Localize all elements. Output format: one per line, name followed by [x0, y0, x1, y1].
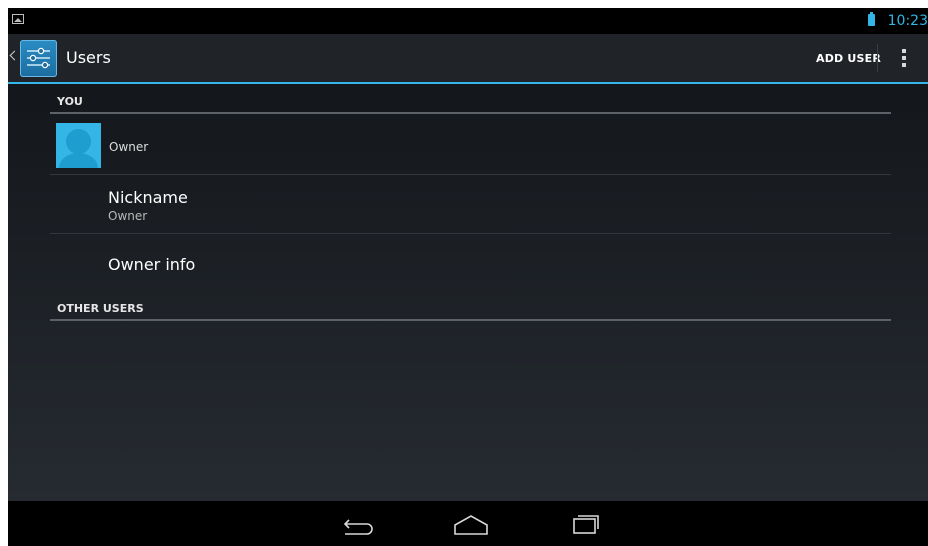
- back-icon[interactable]: [331, 507, 381, 541]
- nickname-summary: Owner: [108, 209, 148, 223]
- section-header-label: YOU: [57, 95, 83, 108]
- section-header-other-users: OTHER USERS: [50, 299, 891, 321]
- overflow-menu-icon[interactable]: [888, 40, 920, 76]
- picture-notification-icon: [12, 14, 24, 24]
- battery-icon: [868, 12, 875, 26]
- status-time: 10:23: [887, 13, 928, 29]
- section-header-label: OTHER USERS: [57, 302, 144, 315]
- navigation-bar: [8, 501, 928, 546]
- device-screen: 10:23 Users ADD USER YOU Owner Nickname …: [8, 8, 928, 546]
- action-bar-divider: [877, 44, 878, 72]
- settings-sliders-icon[interactable]: [20, 40, 57, 77]
- up-caret-icon[interactable]: [9, 50, 20, 61]
- home-icon[interactable]: [446, 507, 496, 541]
- settings-screen: Users ADD USER YOU Owner Nickname Owner …: [8, 34, 928, 501]
- status-bar: 10:23: [8, 8, 928, 34]
- owner-name: Owner: [109, 140, 149, 154]
- list-item-owner[interactable]: [50, 115, 891, 174]
- user-avatar-icon: [56, 123, 101, 168]
- owner-info-title: Owner info: [108, 255, 196, 274]
- action-bar: Users ADD USER: [8, 34, 928, 84]
- nickname-title: Nickname: [108, 188, 188, 207]
- page-title: Users: [66, 48, 111, 67]
- recent-apps-icon[interactable]: [560, 507, 610, 541]
- section-header-you: YOU: [50, 92, 891, 114]
